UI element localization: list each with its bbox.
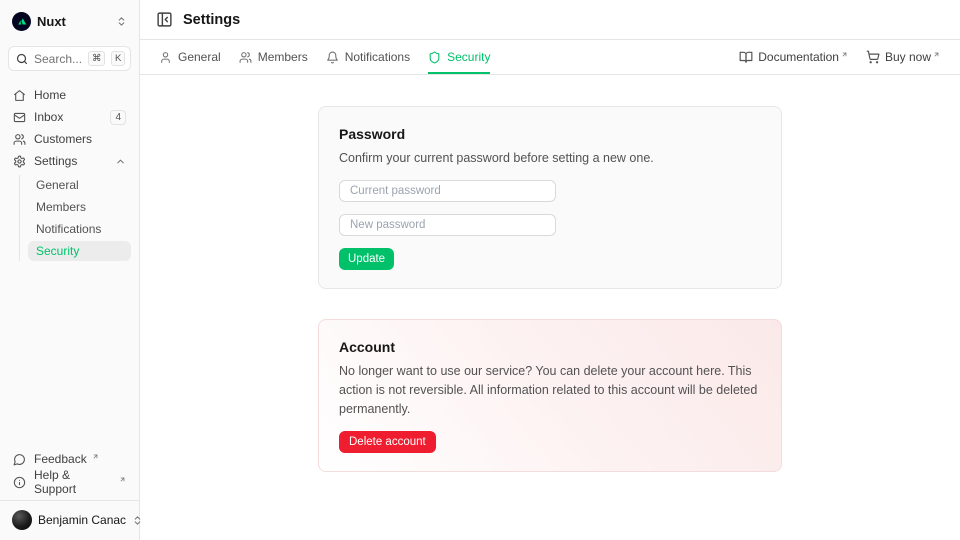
message-circle-icon — [13, 453, 26, 466]
gear-icon — [13, 155, 26, 168]
help-support-label: Help & Support — [34, 468, 114, 496]
feedback-link[interactable]: Feedback — [8, 448, 131, 469]
search-icon — [16, 53, 28, 65]
sidebar-item-label: Home — [34, 88, 66, 102]
sidebar-item-notifications[interactable]: Notifications — [28, 219, 131, 239]
external-link-icon — [119, 476, 126, 483]
tab-label: Security — [447, 50, 490, 64]
search-placeholder: Search... — [34, 52, 82, 66]
sidebar-item-members[interactable]: Members — [28, 197, 131, 217]
user-icon — [159, 51, 172, 64]
page-header: Settings — [140, 0, 960, 40]
sidebar-item-label: Members — [36, 200, 86, 214]
sidebar-item-inbox[interactable]: Inbox 4 — [8, 107, 131, 127]
home-icon — [13, 89, 26, 102]
account-card-title: Account — [339, 339, 761, 355]
chevron-up-down-icon — [116, 16, 127, 27]
sidebar-nav: Home Inbox 4 Customers Settings — [8, 85, 131, 261]
tab-label: General — [178, 50, 221, 64]
users-icon — [13, 133, 26, 146]
kbd-k: K — [111, 51, 125, 66]
sidebar-item-label: Inbox — [34, 110, 63, 124]
sidebar-item-general[interactable]: General — [28, 175, 131, 195]
chevron-up-icon — [115, 156, 126, 167]
sidebar-item-home[interactable]: Home — [8, 85, 131, 105]
sidebar-item-security[interactable]: Security — [28, 241, 131, 261]
bell-icon — [326, 51, 339, 64]
kbd-cmd: ⌘ — [88, 51, 105, 66]
tab-general[interactable]: General — [159, 40, 221, 74]
sidebar-footer: Feedback Help & Support — [8, 448, 131, 492]
sidebar-item-label: Settings — [34, 154, 77, 168]
sidebar-item-label: Customers — [34, 132, 92, 146]
info-circle-icon — [13, 476, 26, 489]
tab-label: Notifications — [345, 50, 410, 64]
tab-members[interactable]: Members — [239, 40, 308, 74]
sidebar-item-label: General — [36, 178, 79, 192]
account-card: Account No longer want to use our servic… — [318, 319, 782, 472]
sidebar-toggle-button[interactable] — [156, 11, 173, 28]
settings-tab-bar: General Members Notifications Security — [140, 40, 960, 75]
sidebar-item-settings[interactable]: Settings — [8, 151, 131, 171]
external-link-icon — [841, 51, 848, 58]
tab-notifications[interactable]: Notifications — [326, 40, 410, 74]
new-password-input[interactable] — [339, 214, 556, 236]
users-icon — [239, 51, 252, 64]
update-password-button[interactable]: Update — [339, 248, 394, 270]
help-support-link[interactable]: Help & Support — [8, 471, 131, 492]
workspace-switcher[interactable]: Nuxt — [8, 8, 131, 34]
external-link-icon — [92, 453, 99, 460]
shopping-cart-icon — [866, 50, 880, 64]
tab-security[interactable]: Security — [428, 40, 490, 74]
sidebar-item-label: Notifications — [36, 222, 101, 236]
workspace-name: Nuxt — [37, 14, 66, 29]
account-card-description: No longer want to use our service? You c… — [339, 362, 761, 419]
sidebar-spacer — [8, 261, 131, 448]
page-title: Settings — [183, 12, 240, 28]
settings-security-content: Password Confirm your current password b… — [140, 75, 960, 540]
password-card-title: Password — [339, 126, 761, 142]
nuxt-logo-icon — [12, 12, 31, 31]
avatar — [12, 510, 32, 530]
tab-label: Members — [258, 50, 308, 64]
book-open-icon — [739, 50, 753, 64]
sidebar-item-customers[interactable]: Customers — [8, 129, 131, 149]
documentation-label: Documentation — [758, 50, 839, 64]
user-name: Benjamin Canac — [38, 513, 126, 527]
password-card-description: Confirm your current password before set… — [339, 149, 761, 168]
main-panel: Settings General Members Notifications S… — [140, 0, 960, 540]
inbox-icon — [13, 111, 26, 124]
settings-sub-list: General Members Notifications Security — [19, 175, 131, 261]
search-input[interactable]: Search... ⌘ K — [8, 46, 131, 71]
sidebar-item-label: Security — [36, 244, 79, 258]
feedback-label: Feedback — [34, 452, 87, 466]
buy-now-label: Buy now — [885, 50, 931, 64]
current-password-input[interactable] — [339, 180, 556, 202]
delete-account-button[interactable]: Delete account — [339, 431, 436, 453]
documentation-link[interactable]: Documentation — [739, 40, 848, 74]
user-menu[interactable]: Benjamin Canac — [8, 501, 131, 532]
header-links: Documentation Buy now — [739, 40, 940, 74]
password-card: Password Confirm your current password b… — [318, 106, 782, 289]
external-link-icon — [933, 51, 940, 58]
inbox-count-badge: 4 — [110, 110, 126, 125]
sidebar: Nuxt Search... ⌘ K Home Inbox 4 — [0, 0, 140, 540]
buy-now-link[interactable]: Buy now — [866, 40, 940, 74]
shield-icon — [428, 51, 441, 64]
